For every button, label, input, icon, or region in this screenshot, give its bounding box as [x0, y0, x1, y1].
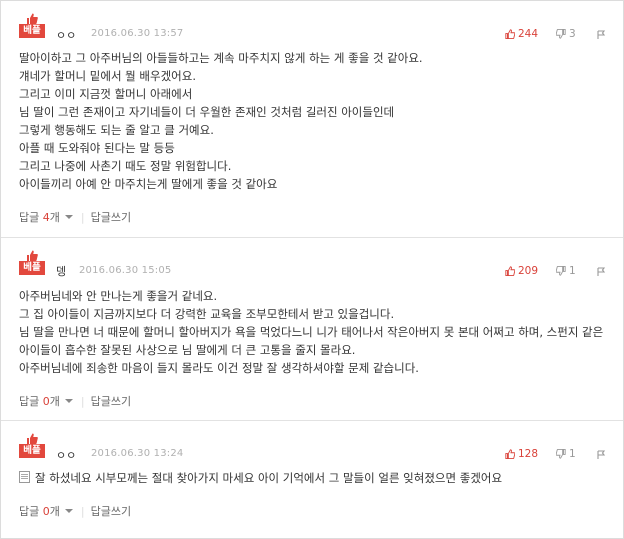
best-badge: 베플 [19, 13, 45, 39]
dislike-button[interactable]: 3 [556, 28, 576, 40]
reply-count: 0 [42, 505, 50, 518]
comment-nickname: ㅇㅇ [56, 29, 77, 42]
best-badge: 베플 [19, 250, 45, 276]
comment-nickname: ㅇㅇ [56, 449, 77, 462]
write-reply-link[interactable]: 답글쓰기 [91, 505, 131, 518]
report-icon[interactable] [597, 30, 606, 39]
thumbs-down-icon [556, 29, 566, 39]
like-count: 244 [518, 28, 539, 40]
comment-body: 잘 하셨네요 시부모께는 절대 찾아가지 마세요 아이 기억에서 그 말들이 얼… [19, 469, 609, 487]
comment-item: 베플 ㅇㅇ 2016.06.30 13:57 244 3 딸아이하고 그 아주버… [1, 1, 623, 238]
dislike-button[interactable]: 1 [556, 265, 576, 277]
comment-list: 베플 ㅇㅇ 2016.06.30 13:57 244 3 딸아이하고 그 아주버… [0, 0, 624, 539]
comment-text: 잘 하셨네요 시부모께는 절대 찾아가지 마세요 아이 기억에서 그 말들이 얼… [35, 471, 503, 485]
comment-date: 2016.06.30 15:05 [79, 265, 172, 276]
comment-item: 베플 뎅 2016.06.30 15:05 209 1 아주버님네와 안 만나는… [1, 238, 623, 421]
dislike-count: 1 [569, 448, 576, 460]
chevron-down-icon [64, 399, 73, 403]
reply-bar: 답글 0개 | 답글쓰기 [19, 393, 131, 409]
reply-toggle[interactable]: 답글 0개 [19, 505, 73, 518]
thumbs-down-icon [556, 449, 566, 459]
dislike-button[interactable]: 1 [556, 448, 576, 460]
comment-line: 아플 때 도와줘야 된다는 말 등등 [19, 141, 175, 155]
comment-line: 님 딸을 만나면 너 때문에 할머니 할아버지가 욕을 먹었다느니 니가 태어나… [19, 325, 604, 357]
thumbs-up-icon [505, 266, 515, 276]
best-badge: 베플 [19, 433, 45, 459]
thumbs-up-icon [27, 13, 38, 24]
comment-line: 그 집 아이들이 지금까지보다 더 강력한 교육을 조부모한테서 받고 있을겁니… [19, 307, 395, 321]
thumbs-up-icon [27, 433, 38, 444]
like-count: 128 [518, 448, 539, 460]
best-label: 베플 [19, 24, 45, 38]
comment-line: 님 딸이 그런 존재이고 자기네들이 더 우월한 존재인 것처럼 길러진 아이들… [19, 105, 395, 119]
comment-body: 딸아이하고 그 아주버님의 아들들하고는 계속 마주치지 않게 하는 게 좋을 … [19, 49, 609, 193]
thumbs-up-icon [505, 449, 515, 459]
like-button[interactable]: 244 [505, 28, 538, 40]
reply-count-suffix: 개 [49, 505, 60, 518]
best-label: 베플 [19, 444, 45, 458]
reply-bar: 답글 4개 | 답글쓰기 [19, 209, 131, 225]
dislike-count: 3 [569, 28, 576, 40]
reply-count: 0 [42, 395, 50, 408]
reply-label: 답글 [19, 395, 40, 408]
reply-toggle[interactable]: 답글 4개 [19, 211, 73, 224]
reply-bar: 답글 0개 | 답글쓰기 [19, 503, 131, 519]
comment-line: 잘 하셨네요 시부모께는 절대 찾아가지 마세요 아이 기억에서 그 말들이 얼… [19, 469, 609, 487]
write-reply-link[interactable]: 답글쓰기 [91, 395, 131, 408]
best-label: 베플 [19, 261, 45, 275]
reply-count-suffix: 개 [49, 211, 60, 224]
comment-date: 2016.06.30 13:57 [91, 28, 184, 39]
report-icon[interactable] [597, 450, 606, 459]
thumbs-up-icon [27, 250, 38, 261]
reply-count-suffix: 개 [49, 395, 60, 408]
comment-line: 딸아이하고 그 아주버님의 아들들하고는 계속 마주치지 않게 하는 게 좋을 … [19, 51, 423, 65]
like-count: 209 [518, 265, 539, 277]
comment-line: 아주버님네와 안 만나는게 좋을거 같네요. [19, 289, 218, 303]
comment-line: 걔네가 할머니 밑에서 뭘 배우겠어요. [19, 69, 196, 83]
chevron-down-icon [64, 509, 73, 513]
thumbs-up-icon [505, 29, 515, 39]
chevron-down-icon [64, 215, 73, 219]
divider: | [80, 395, 85, 408]
write-reply-link[interactable]: 답글쓰기 [91, 211, 131, 224]
comment-item: 베플 ㅇㅇ 2016.06.30 13:24 128 1 잘 하셨네요 시부모께… [1, 421, 623, 538]
dislike-count: 1 [569, 265, 576, 277]
like-button[interactable]: 128 [505, 448, 538, 460]
comment-nickname: 뎅 [56, 265, 67, 278]
reply-toggle[interactable]: 답글 0개 [19, 395, 73, 408]
comment-body: 아주버님네와 안 만나는게 좋을거 같네요. 그 집 아이들이 지금까지보다 더… [19, 287, 609, 377]
comment-line: 그리고 나중에 사촌기 때도 정말 위험합니다. [19, 159, 232, 173]
reply-label: 답글 [19, 505, 40, 518]
divider: | [80, 505, 85, 518]
reply-count: 4 [42, 211, 50, 224]
comment-line: 아주버님네에 죄송한 마음이 들지 몰라도 이건 정말 잘 생각하셔야할 문제 … [19, 361, 419, 375]
comment-line: 그리고 이미 지금껏 할머니 아래에서 [19, 87, 193, 101]
comment-line: 아이들끼리 아예 안 마주치는게 딸에게 좋을 것 같아요 [19, 177, 278, 191]
thumbs-down-icon [556, 266, 566, 276]
memo-icon [19, 471, 30, 483]
report-icon[interactable] [597, 267, 606, 276]
comment-date: 2016.06.30 13:24 [91, 448, 184, 459]
like-button[interactable]: 209 [505, 265, 538, 277]
reply-label: 답글 [19, 211, 40, 224]
comment-line: 그렇게 행동해도 되는 줄 알고 클 거예요. [19, 123, 214, 137]
divider: | [80, 211, 85, 224]
